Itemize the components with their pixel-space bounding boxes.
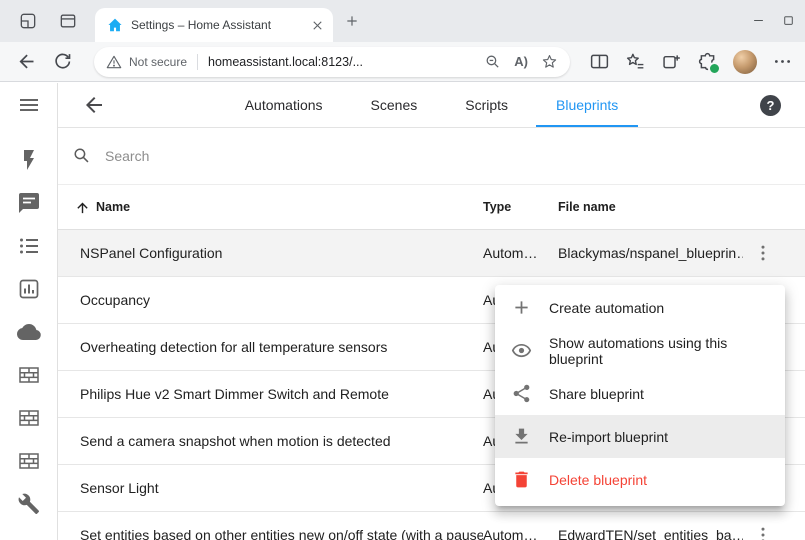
tab-title: Settings – Home Assistant (131, 18, 304, 32)
eye-icon (511, 340, 532, 361)
sort-ascending-icon[interactable] (74, 199, 91, 216)
browser-tab[interactable]: Settings – Home Assistant (95, 8, 333, 42)
tab-scripts[interactable]: Scripts (445, 83, 528, 127)
ha-header: Automations Scenes Scripts Blueprints ? (58, 83, 805, 128)
browser-titlebar: Settings – Home Assistant (0, 0, 805, 42)
address-bar[interactable]: Not secure homeassistant.local:8123/... … (94, 47, 570, 77)
menu-item-show-automations[interactable]: Show automations using this blueprint (495, 329, 785, 372)
menu-item-label: Re-import blueprint (549, 429, 668, 445)
share-icon (511, 383, 532, 404)
help-icon[interactable]: ? (760, 95, 781, 116)
cloud-icon[interactable] (17, 320, 41, 344)
menu-item-label: Share blueprint (549, 386, 644, 402)
row-file: EdwardTEN/set_entities_ba… (558, 527, 743, 540)
security-label[interactable]: Not secure (129, 55, 187, 69)
browser-window: Settings – Home Assistant (0, 0, 805, 540)
row-name: Sensor Light (80, 480, 483, 496)
minimize-button[interactable] (743, 5, 773, 35)
table-header: Name Type File name (58, 185, 805, 230)
chart-icon[interactable] (17, 277, 41, 301)
home-assistant-page: Automations Scenes Scripts Blueprints ? … (0, 83, 805, 540)
url-text[interactable]: homeassistant.local:8123/... (208, 55, 477, 69)
favorite-star-icon[interactable] (541, 53, 558, 70)
window-controls (743, 5, 803, 35)
tab-close-icon[interactable] (310, 18, 325, 33)
row-overflow-menu-icon[interactable] (743, 243, 783, 263)
refresh-icon[interactable] (52, 51, 73, 72)
tab-blueprints[interactable]: Blueprints (536, 83, 638, 127)
ha-back-icon[interactable] (82, 93, 106, 117)
address-divider (197, 54, 198, 70)
menu-item-label: Delete blueprint (549, 472, 647, 488)
column-header-file[interactable]: File name (558, 200, 805, 214)
bricks-icon[interactable] (17, 449, 41, 473)
tab-automations[interactable]: Automations (225, 83, 343, 127)
row-overflow-menu-icon[interactable] (743, 525, 783, 540)
read-aloud-icon[interactable]: A) (514, 55, 528, 68)
profile-avatar[interactable] (733, 50, 757, 74)
delete-icon (511, 469, 532, 490)
row-type: Autom… (483, 527, 558, 540)
row-name: NSPanel Configuration (80, 245, 483, 261)
list-icon[interactable] (17, 234, 41, 258)
ha-sidebar (0, 83, 58, 540)
collections-icon[interactable] (661, 51, 682, 72)
row-name: Occupancy (80, 292, 483, 308)
browser-menu-icon[interactable] (772, 51, 793, 72)
chat-icon[interactable] (17, 191, 41, 215)
home-assistant-favicon-icon (107, 17, 123, 33)
search-icon (72, 146, 92, 166)
row-name: Send a camera snapshot when motion is de… (80, 433, 483, 449)
not-secure-warning-icon (106, 54, 122, 70)
wrench-icon[interactable] (17, 492, 41, 516)
workspaces-icon[interactable] (18, 11, 38, 31)
split-screen-icon[interactable] (589, 51, 610, 72)
bricks-icon[interactable] (17, 363, 41, 387)
table-row[interactable]: NSPanel Configuration Autom… Blackymas/n… (58, 230, 805, 277)
row-type: Autom… (483, 245, 558, 261)
zoom-icon[interactable] (484, 53, 501, 70)
back-icon[interactable] (16, 51, 37, 72)
maximize-button[interactable] (773, 5, 803, 35)
table-row[interactable]: Set entities based on other entities new… (58, 512, 805, 540)
plus-icon (511, 297, 532, 318)
favorites-hub-icon[interactable] (625, 51, 646, 72)
row-file: Blackymas/nspanel_blueprin… (558, 245, 743, 261)
extension-status-badge (708, 62, 721, 75)
blueprint-context-menu: Create automation Show automations using… (495, 285, 785, 506)
lightning-icon[interactable] (17, 148, 41, 172)
row-name: Set entities based on other entities new… (80, 527, 483, 540)
menu-item-label: Show automations using this blueprint (549, 335, 769, 367)
row-name: Overheating detection for all temperatur… (80, 339, 483, 355)
bricks-icon[interactable] (17, 406, 41, 430)
new-tab-icon[interactable] (344, 13, 360, 29)
download-icon (511, 426, 532, 447)
menu-item-delete-blueprint[interactable]: Delete blueprint (495, 458, 785, 501)
menu-item-create-automation[interactable]: Create automation (495, 286, 785, 329)
row-name: Philips Hue v2 Smart Dimmer Switch and R… (80, 386, 483, 402)
column-header-type[interactable]: Type (483, 200, 558, 214)
tab-actions-icon[interactable] (58, 11, 78, 31)
browser-toolbar: Not secure homeassistant.local:8123/... … (0, 42, 805, 82)
search-row (58, 128, 805, 185)
search-input[interactable] (103, 147, 805, 165)
sidebar-menu-icon[interactable] (17, 93, 41, 117)
column-header-name[interactable]: Name (96, 200, 483, 214)
menu-item-reimport-blueprint[interactable]: Re-import blueprint (495, 415, 785, 458)
extensions-icon[interactable] (697, 51, 718, 72)
menu-item-share-blueprint[interactable]: Share blueprint (495, 372, 785, 415)
tab-scenes[interactable]: Scenes (351, 83, 438, 127)
menu-item-label: Create automation (549, 300, 664, 316)
